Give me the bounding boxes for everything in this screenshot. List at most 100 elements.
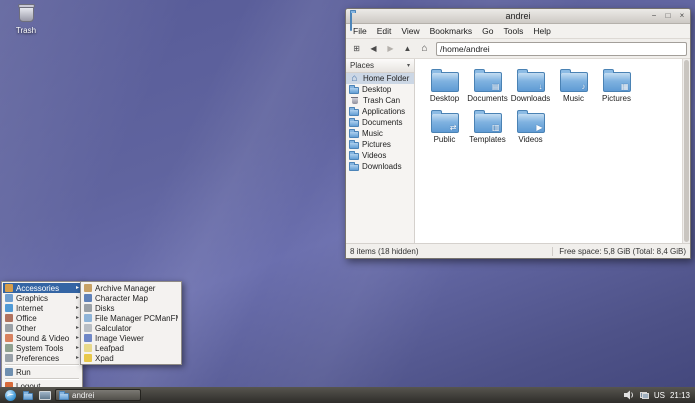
file-item[interactable]: Desktop xyxy=(423,67,466,103)
menu-category-label: Internet xyxy=(16,304,73,313)
up-button[interactable]: ▲ xyxy=(400,42,415,56)
internet-icon xyxy=(5,304,13,312)
file-label: Music xyxy=(552,95,595,103)
app-icon xyxy=(84,304,92,312)
menu-category[interactable]: Graphics ▸ xyxy=(3,293,81,303)
keyboard-layout-indicator[interactable]: US xyxy=(654,391,665,400)
menubar-item[interactable]: Go xyxy=(477,25,498,37)
folder-emblem: ↓ xyxy=(539,82,543,91)
menu-category[interactable]: Other ▸ xyxy=(3,323,81,333)
sidebar-item[interactable]: Downloads xyxy=(346,161,414,172)
submenu-item[interactable]: Galculator xyxy=(82,323,180,333)
sidebar-item-label: Music xyxy=(362,129,383,138)
submenu-item-label: Galculator xyxy=(95,324,178,333)
menu-category-label: Accessories xyxy=(16,284,73,293)
start-menu-button[interactable] xyxy=(3,389,18,402)
documents-folder-icon: ▤ xyxy=(474,72,502,92)
menu-category-label: Preferences xyxy=(16,354,73,363)
home-button[interactable]: ⌂ xyxy=(417,42,432,56)
menubar-item[interactable]: Bookmarks xyxy=(425,25,478,37)
menubar-item[interactable]: View xyxy=(396,25,424,37)
sidebar-item[interactable]: Applications xyxy=(346,106,414,117)
submenu-item[interactable]: Archive Manager xyxy=(82,283,180,293)
menu-category[interactable]: Internet ▸ xyxy=(3,303,81,313)
submenu-item[interactable]: Disks xyxy=(82,303,180,313)
sidebar-item-label: Applications xyxy=(362,107,405,116)
back-button[interactable]: ◀ xyxy=(366,42,381,56)
file-item[interactable]: ↓ Downloads xyxy=(509,67,552,103)
folder-emblem: ▦ xyxy=(621,82,629,91)
file-icon-view: Desktop ▤ Documents ↓ xyxy=(415,59,690,243)
forward-button[interactable]: ▶ xyxy=(383,42,398,56)
trash-icon xyxy=(19,6,34,22)
sidebar-item[interactable]: Trash Can xyxy=(346,95,414,106)
maximize-button[interactable]: □ xyxy=(663,10,673,21)
submenu-item[interactable]: Image Viewer xyxy=(82,333,180,343)
status-item-count: 8 items (18 hidden) xyxy=(350,247,418,256)
vertical-scrollbar[interactable] xyxy=(682,59,690,243)
places-selector[interactable]: Places ▾ xyxy=(346,59,414,73)
quick-launch-file-manager[interactable] xyxy=(21,389,35,402)
music-icon xyxy=(349,131,359,138)
menu-separator xyxy=(5,364,79,366)
titlebar[interactable]: andrei − □ × xyxy=(346,9,690,24)
taskbar-task-andrei[interactable]: andrei xyxy=(55,389,141,401)
menu-separator xyxy=(5,378,79,380)
videos-folder-icon: ▶ xyxy=(517,113,545,133)
sidebar-item[interactable]: Pictures xyxy=(346,139,414,150)
file-item[interactable]: ▥ Templates xyxy=(466,108,509,144)
submenu-arrow-icon: ▸ xyxy=(76,333,79,343)
show-desktop-button[interactable] xyxy=(38,389,52,402)
path-input[interactable] xyxy=(436,42,687,56)
submenu-item[interactable]: Leafpad xyxy=(82,343,180,353)
minimize-button[interactable]: − xyxy=(649,10,659,21)
sidebar-item[interactable]: Videos xyxy=(346,150,414,161)
submenu-item[interactable]: Character Map xyxy=(82,293,180,303)
new-tab-button[interactable]: ⊞ xyxy=(349,42,364,56)
file-item[interactable]: ▶ Videos xyxy=(509,108,552,144)
sidebar-item-label: Trash Can xyxy=(363,96,400,105)
menubar-item[interactable]: Edit xyxy=(372,25,397,37)
menu-category-label: Other xyxy=(16,324,73,333)
menu-category[interactable]: System Tools ▸ xyxy=(3,343,81,353)
sidebar-item[interactable]: Documents xyxy=(346,117,414,128)
videos-icon xyxy=(349,153,359,160)
clock[interactable]: 21:13 xyxy=(670,391,690,400)
sidebar-item[interactable]: Desktop xyxy=(346,84,414,95)
sidebar-item-label: Documents xyxy=(362,118,402,127)
submenu-item-label: Leafpad xyxy=(95,344,178,353)
file-item[interactable]: ⇄ Public xyxy=(423,108,466,144)
menu-category-label: Sound & Video xyxy=(16,334,73,343)
menu-category[interactable]: Preferences ▸ xyxy=(3,353,81,363)
submenu-item-label: Image Viewer xyxy=(95,334,178,343)
chevron-down-icon: ▾ xyxy=(407,62,410,69)
menu-category[interactable]: Office ▸ xyxy=(3,313,81,323)
close-button[interactable]: × xyxy=(677,10,687,21)
menubar-item[interactable]: Help xyxy=(528,25,555,37)
task-label: andrei xyxy=(72,391,94,400)
system-tray: US 21:13 xyxy=(624,390,692,400)
menu-category[interactable]: Accessories ▸ xyxy=(3,283,81,293)
preferences-icon xyxy=(5,354,13,362)
submenu-item[interactable]: Xpad xyxy=(82,353,180,363)
file-item[interactable]: ▦ Pictures xyxy=(595,67,638,103)
app-icon xyxy=(84,324,92,332)
places-sidebar: Places ▾ Home Folder Desktop xyxy=(346,59,415,243)
sidebar-item[interactable]: Music xyxy=(346,128,414,139)
submenu-item[interactable]: File Manager PCManFM xyxy=(82,313,180,323)
trash-desktop-icon[interactable]: Trash xyxy=(6,6,46,35)
menubar-item[interactable]: Tools xyxy=(499,25,529,37)
lubuntu-logo-icon xyxy=(5,390,16,401)
folder-emblem: ♪ xyxy=(582,82,586,91)
sidebar-item[interactable]: Home Folder xyxy=(346,73,414,84)
volume-icon[interactable] xyxy=(624,390,635,400)
file-item[interactable]: ▤ Documents xyxy=(466,67,509,103)
menu-category[interactable]: Sound & Video ▸ xyxy=(3,333,81,343)
file-label: Templates xyxy=(466,136,509,144)
network-icon[interactable] xyxy=(640,392,649,399)
templates-folder-icon: ▥ xyxy=(474,113,502,133)
documents-icon xyxy=(349,120,359,127)
menu-item-run[interactable]: Run xyxy=(3,367,81,377)
app-icon xyxy=(84,294,92,302)
file-item[interactable]: ♪ Music xyxy=(552,67,595,103)
